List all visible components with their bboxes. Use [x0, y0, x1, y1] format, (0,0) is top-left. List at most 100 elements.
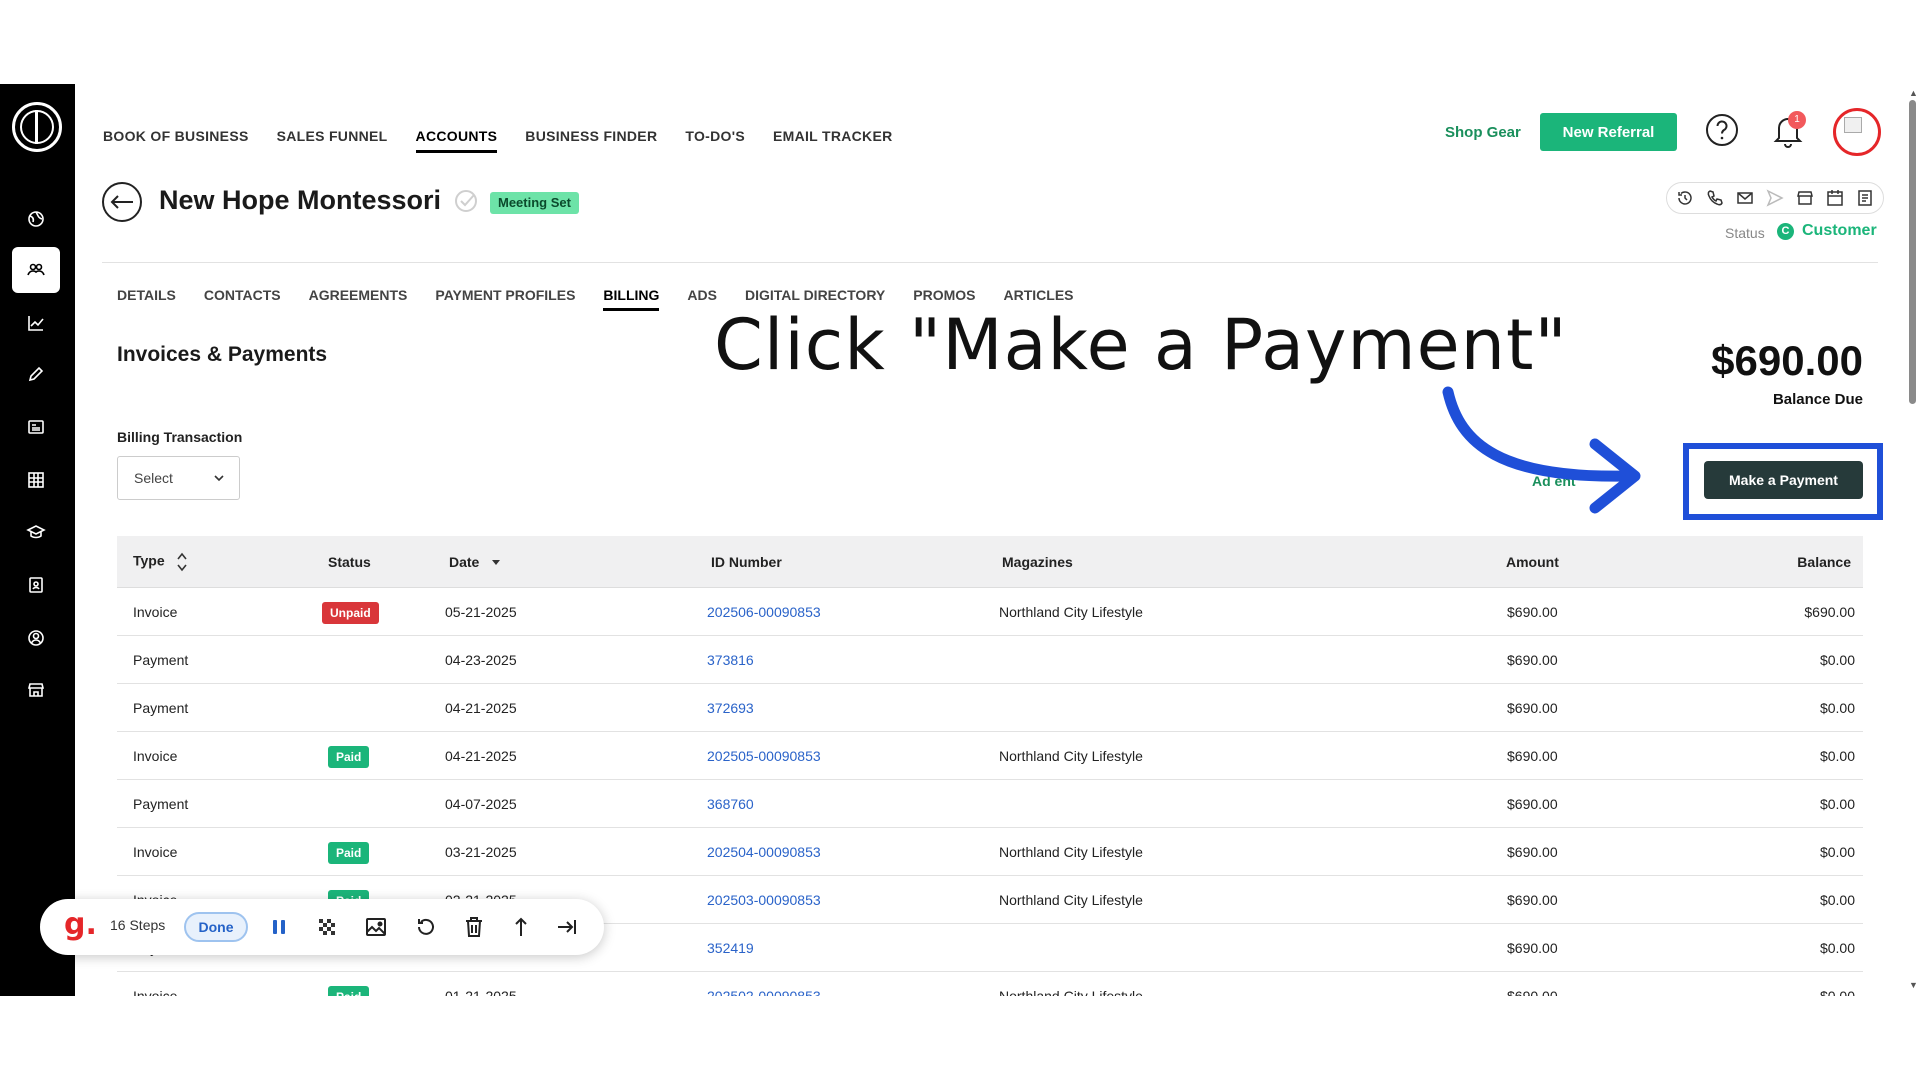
recorder-done-button[interactable]: Done	[184, 912, 248, 942]
store-icon[interactable]	[1795, 188, 1815, 208]
graduation-cap-icon[interactable]	[12, 509, 60, 555]
storefront-icon[interactable]	[12, 667, 60, 713]
cell-id-link[interactable]: 202503-00090853	[707, 876, 821, 924]
cell-type: Invoice	[133, 604, 178, 620]
nav-email-tracker[interactable]: EMAIL TRACKER	[773, 128, 893, 153]
col-status[interactable]: Status	[328, 554, 371, 570]
image-icon[interactable]	[363, 913, 389, 941]
col-balance[interactable]: Balance	[1797, 554, 1851, 570]
col-type[interactable]: Type	[133, 551, 187, 573]
cell-id-link[interactable]: 202504-00090853	[707, 828, 821, 876]
cell-magazine: Northland City Lifestyle	[999, 988, 1143, 996]
scroll-down-icon[interactable]: ▼	[1909, 980, 1918, 990]
trash-icon[interactable]	[461, 913, 487, 941]
table-row[interactable]: Invoice Paid 01-21-2025 202502-00090853 Nort…	[117, 972, 1863, 996]
cell-amount: $690.00	[1507, 988, 1558, 996]
table-row[interactable]: Payment 04-23-2025 373816 $690.00 $0.00	[117, 636, 1863, 684]
nav-accounts[interactable]: ACCOUNTS	[415, 128, 498, 153]
table-row[interactable]: Invoice Paid 03-21-2025 202504-00090853 Nort…	[117, 828, 1863, 876]
accounts-people-icon[interactable]	[12, 247, 60, 293]
scroll-up-icon[interactable]: ▲	[1909, 88, 1918, 98]
cell-id-link[interactable]: 372693	[707, 684, 754, 732]
cell-balance: $0.00	[1819, 652, 1855, 668]
account-stage-badge[interactable]: Meeting Set	[490, 192, 579, 214]
pause-icon[interactable]	[266, 913, 292, 941]
user-avatar[interactable]	[1833, 108, 1881, 156]
user-circle-icon[interactable]	[12, 615, 60, 661]
tutorial-annotation-text: Click "Make a Payment"	[714, 304, 1568, 386]
col-amount[interactable]: Amount	[1506, 554, 1559, 570]
cell-balance: $0.00	[1819, 700, 1855, 716]
cell-type: Invoice	[133, 844, 178, 860]
status-value[interactable]: Customer	[1802, 222, 1877, 240]
cell-amount: $690.00	[1507, 796, 1558, 812]
notes-icon[interactable]	[1855, 188, 1875, 208]
calendar-icon[interactable]	[1825, 188, 1845, 208]
nav-business-finder[interactable]: BUSINESS FINDER	[525, 128, 657, 153]
tab-details[interactable]: DETAILS	[117, 287, 176, 311]
scrollbar-thumb[interactable]	[1909, 100, 1916, 404]
cell-type: Payment	[133, 796, 189, 812]
col-date[interactable]: Date	[449, 554, 501, 570]
envelope-icon[interactable]	[1735, 188, 1755, 208]
recorder-toolbar: g. 16 Steps Done	[40, 899, 604, 955]
cell-type: Payment	[133, 652, 189, 668]
make-payment-button[interactable]: Make a Payment	[1704, 461, 1863, 499]
cell-magazine: Northland City Lifestyle	[999, 748, 1143, 764]
status-badge: Paid	[328, 842, 370, 864]
cell-id-link[interactable]: 352419	[707, 924, 754, 972]
billing-transaction-select[interactable]: Select	[117, 456, 240, 500]
tab-contacts[interactable]: CONTACTS	[204, 287, 281, 311]
chart-line-icon[interactable]	[12, 300, 60, 346]
table-row[interactable]: Payment 04-21-2025 372693 $690.00 $0.00	[117, 684, 1863, 732]
chevron-down-icon	[214, 475, 224, 482]
table-row[interactable]: Invoice Unpaid 05-21-2025 202506-00090853 No…	[117, 588, 1863, 636]
upload-arrow-icon[interactable]	[508, 913, 534, 941]
tab-ads[interactable]: ADS	[687, 287, 717, 311]
sort-icon	[176, 552, 187, 571]
col-magazines[interactable]: Magazines	[1002, 554, 1073, 570]
help-icon[interactable]	[1705, 113, 1739, 147]
newspaper-icon[interactable]	[12, 404, 60, 450]
back-button[interactable]	[102, 182, 142, 222]
table-header: Type Status Date ID Number Magazines Amo…	[117, 536, 1863, 588]
cell-balance: $0.00	[1819, 844, 1855, 860]
nav-book-of-business[interactable]: BOOK OF BUSINESS	[103, 128, 249, 153]
col-id-number[interactable]: ID Number	[711, 554, 782, 570]
new-referral-button[interactable]: New Referral	[1540, 113, 1677, 151]
history-icon[interactable]	[1675, 188, 1695, 208]
cell-id-link[interactable]: 368760	[707, 780, 754, 828]
cell-id-link[interactable]: 202506-00090853	[707, 588, 821, 636]
cell-date: 05-21-2025	[445, 604, 517, 620]
phone-icon[interactable]	[1705, 188, 1725, 208]
app-window: BOOK OF BUSINESS SALES FUNNEL ACCOUNTS B…	[0, 84, 1920, 996]
notification-badge: 1	[1788, 111, 1806, 129]
globe-icon[interactable]	[12, 196, 60, 242]
table-row[interactable]: Payment 04-07-2025 368760 $690.00 $0.00	[117, 780, 1863, 828]
pencil-icon[interactable]	[12, 351, 60, 397]
tab-billing[interactable]: BILLING	[603, 287, 660, 311]
account-name: New Hope Montessori	[159, 185, 442, 215]
nav-todos[interactable]: TO-DO'S	[685, 128, 745, 153]
sidebar	[0, 84, 75, 996]
status-badge: Unpaid	[322, 602, 379, 624]
cell-id-link[interactable]: 202502-00090853	[707, 972, 821, 996]
cell-id-link[interactable]: 202505-00090853	[707, 732, 821, 780]
blur-icon[interactable]	[314, 913, 340, 941]
skip-to-end-icon[interactable]	[554, 913, 580, 941]
shop-gear-link[interactable]: Shop Gear	[1445, 124, 1521, 141]
tab-agreements[interactable]: AGREEMENTS	[309, 287, 408, 311]
grid-icon[interactable]	[12, 457, 60, 503]
cell-magazine: Northland City Lifestyle	[999, 844, 1143, 860]
table-row[interactable]: Invoice Paid 04-21-2025 202505-00090853 Nort…	[117, 732, 1863, 780]
status-label: Status	[1725, 225, 1765, 241]
verified-check-icon[interactable]	[453, 188, 479, 214]
tab-payment-profiles[interactable]: PAYMENT PROFILES	[435, 287, 575, 311]
nav-sales-funnel[interactable]: SALES FUNNEL	[277, 128, 388, 153]
undo-icon[interactable]	[413, 913, 439, 941]
brand-logo[interactable]	[12, 102, 62, 152]
cell-balance: $0.00	[1819, 940, 1855, 956]
cell-id-link[interactable]: 373816	[707, 636, 754, 684]
contact-card-icon[interactable]	[12, 562, 60, 608]
send-icon[interactable]	[1765, 188, 1785, 208]
